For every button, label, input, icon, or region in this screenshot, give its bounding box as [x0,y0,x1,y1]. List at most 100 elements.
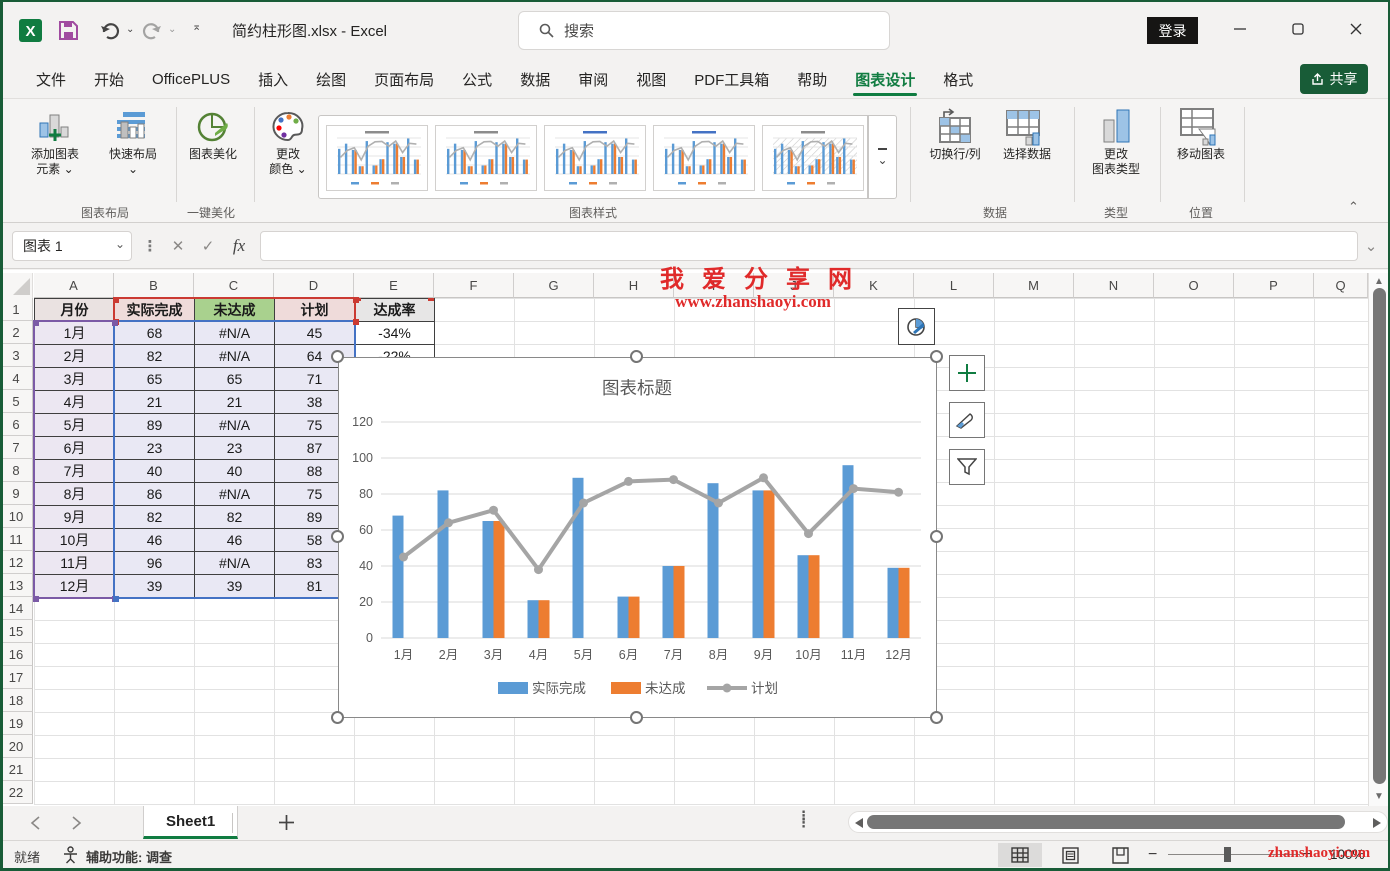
zoom-out-icon[interactable]: − [1148,846,1157,864]
row-header-3[interactable]: 3 [0,344,33,367]
tab-文件[interactable]: 文件 [22,60,80,98]
formula-bar-drag-handle[interactable]: ⋮ [144,231,156,261]
vertical-scroll-thumb[interactable] [1373,288,1386,784]
move-chart-button[interactable]: 移动图表 [1168,107,1234,162]
chart-style-thumbnail-3[interactable] [544,125,646,191]
insert-function-icon[interactable]: fx [226,231,252,261]
chart-resize-handle[interactable] [331,711,344,724]
cell-month[interactable]: 9月 [34,505,115,529]
chart-resize-handle[interactable] [630,350,643,363]
horizontal-scrollbar[interactable] [848,811,1388,833]
tab-公式[interactable]: 公式 [448,60,506,98]
chart-beautify-float-button[interactable] [898,308,935,345]
cell-notmet[interactable]: #N/A [194,413,275,437]
row-header-12[interactable]: 12 [0,551,33,574]
row-header-19[interactable]: 19 [0,712,33,735]
tab-审阅[interactable]: 审阅 [564,60,622,98]
gallery-more-button[interactable]: ⌄ [868,115,897,199]
tab-数据[interactable]: 数据 [506,60,564,98]
close-button[interactable] [1333,12,1379,46]
share-button[interactable]: 共享 [1300,64,1368,94]
chart-styles-button[interactable] [949,402,985,438]
cell-notmet[interactable]: #N/A [194,551,275,575]
cell-month[interactable]: 11月 [34,551,115,575]
cell-actual[interactable]: 86 [114,482,195,506]
column-header-N[interactable]: N [1074,273,1154,298]
column-header-E[interactable]: E [354,273,434,298]
cell-month[interactable]: 5月 [34,413,115,437]
column-header-L[interactable]: L [914,273,994,298]
chart-style-thumbnail-5[interactable] [762,125,864,191]
formula-input[interactable] [260,231,1358,261]
tab-格式[interactable]: 格式 [929,60,987,98]
cell-month[interactable]: 4月 [34,390,115,414]
column-header-F[interactable]: F [434,273,514,298]
row-header-22[interactable]: 22 [0,781,33,804]
tab-OfficePLUS[interactable]: OfficePLUS [138,60,244,98]
row-header-18[interactable]: 18 [0,689,33,712]
redo-icon[interactable] [140,18,164,42]
cell-notmet[interactable]: #N/A [194,482,275,506]
cell-month[interactable]: 2月 [34,344,115,368]
row-header-13[interactable]: 13 [0,574,33,597]
row-header-21[interactable]: 21 [0,758,33,781]
cell-actual[interactable]: 21 [114,390,195,414]
cell-notmet[interactable]: 39 [194,574,275,598]
row-header-17[interactable]: 17 [0,666,33,689]
row-header-2[interactable]: 2 [0,321,33,344]
cell-notmet[interactable]: #N/A [194,344,275,368]
select-all-corner[interactable] [0,273,33,298]
row-header-16[interactable]: 16 [0,643,33,666]
tab-图表设计[interactable]: 图表设计 [841,60,929,98]
maximize-button[interactable] [1275,12,1321,46]
save-icon[interactable] [58,20,79,41]
cell-month[interactable]: 12月 [34,574,115,598]
chart-elements-button[interactable] [949,355,985,391]
cell-plan[interactable]: 45 [274,321,355,345]
cell-notmet[interactable]: #N/A [194,321,275,345]
cell-notmet[interactable]: 40 [194,459,275,483]
tab-视图[interactable]: 视图 [622,60,680,98]
chart-beautify-button[interactable]: 图表美化 [180,107,246,162]
scroll-right-icon[interactable] [1373,818,1381,828]
tab-绘图[interactable]: 绘图 [302,60,360,98]
search-input[interactable]: 搜索 [518,11,890,50]
chart-resize-handle[interactable] [630,711,643,724]
cell-month[interactable]: 6月 [34,436,115,460]
sheet-prev-icon[interactable] [30,816,42,830]
column-header-O[interactable]: O [1154,273,1234,298]
chart-style-thumbnail-2[interactable] [435,125,537,191]
collapse-ribbon-icon[interactable]: ⌃ [1348,199,1359,215]
column-header-A[interactable]: A [34,273,114,298]
row-header-15[interactable]: 15 [0,620,33,643]
cell-actual[interactable]: 40 [114,459,195,483]
formula-bar-expand-icon[interactable]: ⌄ [1360,231,1382,261]
cell-rate[interactable]: -34% [354,321,435,345]
table-header-未达成[interactable]: 未达成 [194,298,275,322]
cell-month[interactable]: 1月 [34,321,115,345]
cell-actual[interactable]: 68 [114,321,195,345]
enter-formula-icon[interactable]: ✓ [196,231,220,261]
table-header-月份[interactable]: 月份 [34,298,115,322]
row-header-6[interactable]: 6 [0,413,33,436]
sheet-tab-sheet1[interactable]: Sheet1 [143,806,238,839]
column-header-Q[interactable]: Q [1314,273,1368,298]
cell-actual[interactable]: 82 [114,505,195,529]
name-box[interactable]: 图表 1 ⌄ [12,231,132,261]
chart[interactable]: 图表标题0204060801001201月2月3月4月5月6月7月8月9月10月… [338,357,937,718]
row-header-14[interactable]: 14 [0,597,33,620]
cell-actual[interactable]: 46 [114,528,195,552]
column-header-D[interactable]: D [274,273,354,298]
cell-month[interactable]: 10月 [34,528,115,552]
cell-actual[interactable]: 96 [114,551,195,575]
redo-dropdown-icon[interactable]: ⌄ [168,24,176,35]
tab-帮助[interactable]: 帮助 [783,60,841,98]
row-header-9[interactable]: 9 [0,482,33,505]
row-header-5[interactable]: 5 [0,390,33,413]
tab-插入[interactable]: 插入 [244,60,302,98]
status-accessibility[interactable]: 辅助功能: 调查 [86,847,172,866]
cell-notmet[interactable]: 23 [194,436,275,460]
page-break-view-button[interactable] [1098,843,1142,867]
cell-notmet[interactable]: 46 [194,528,275,552]
cell-actual[interactable]: 23 [114,436,195,460]
